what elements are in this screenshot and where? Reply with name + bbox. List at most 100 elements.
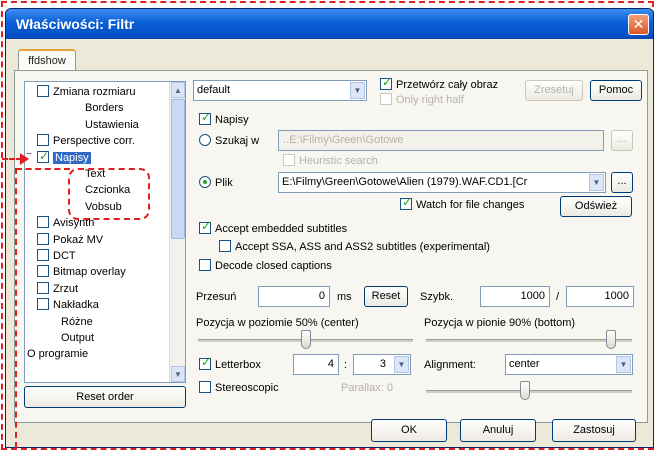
- ok-button[interactable]: OK: [371, 419, 447, 442]
- zresetuj-button[interactable]: Zresetuj: [525, 80, 583, 101]
- tree-item[interactable]: Ustawienia: [85, 117, 139, 133]
- subtitle-file-value: E:\Filmy\Green\Gotowe\Alien (1979).WAF.C…: [282, 176, 528, 188]
- letterbox-width-input[interactable]: 4: [293, 354, 339, 375]
- help-button[interactable]: Pomoc: [590, 80, 642, 101]
- checkbox-icon: [199, 355, 211, 370]
- cancel-button[interactable]: Anuluj: [460, 419, 536, 442]
- napisy-label: Napisy: [215, 114, 249, 126]
- tree-item[interactable]: Nakładka: [37, 297, 99, 313]
- tree-item-label: Nakładka: [53, 299, 99, 312]
- horizontal-position-slider-thumb[interactable]: [300, 330, 311, 349]
- speed-input-1[interactable]: 1000: [480, 286, 550, 307]
- checkbox-icon: [380, 75, 392, 90]
- stereoscopic-label: Stereoscopic: [215, 382, 279, 394]
- chevron-down-icon: ▼: [394, 356, 409, 373]
- parallax-label: Parallax: 0: [341, 382, 393, 394]
- tree-item-label: Bitmap overlay: [53, 266, 126, 279]
- window-title: Właściwości: Filtr: [16, 16, 135, 32]
- reset-order-button[interactable]: Reset order: [24, 386, 186, 408]
- tree-item[interactable]: Output: [61, 330, 94, 346]
- checkbox-icon[interactable]: [37, 298, 49, 311]
- checkbox-icon[interactable]: [37, 265, 49, 278]
- heuristic-checkbox[interactable]: Heuristic search: [283, 154, 378, 168]
- tree-item[interactable]: Zmiana rozmiaru: [37, 84, 136, 100]
- preset-value: default: [197, 84, 231, 96]
- vertical-position-label: Pozycja w pionie: [424, 317, 506, 329]
- horizontal-position-value: 50% (center): [295, 317, 359, 329]
- offset-reset-button[interactable]: Reset: [364, 286, 408, 307]
- tree-item-label: Zrzut: [53, 282, 79, 295]
- preset-select[interactable]: default ▼: [193, 80, 367, 101]
- offset-label: Przesuń: [196, 291, 237, 303]
- checkbox-icon[interactable]: [37, 85, 49, 97]
- annotation-arrow-icon: [20, 153, 29, 165]
- accept-ssa-label: Accept SSA, ASS and ASS2 subtitles (expe…: [235, 241, 490, 253]
- alignment-select[interactable]: center ▼: [505, 354, 633, 375]
- tree-item[interactable]: Pokaż MV: [37, 232, 103, 248]
- decode-cc-label: Decode closed captions: [215, 260, 332, 272]
- checkbox-icon[interactable]: [37, 216, 49, 229]
- checkbox-icon: [283, 154, 295, 166]
- close-button[interactable]: ✕: [628, 14, 649, 35]
- accept-embedded-checkbox[interactable]: Accept embedded subtitles: [199, 219, 347, 236]
- tree-item[interactable]: Zrzut: [37, 281, 78, 297]
- search-in-radio[interactable]: Szukaj w: [199, 134, 259, 148]
- vertical-position-value: 90% (bottom): [509, 317, 576, 329]
- checkbox-icon[interactable]: [37, 148, 49, 164]
- scroll-down-icon[interactable]: ▼: [171, 366, 185, 382]
- horizontal-position-label: Pozycja w poziomie: [196, 317, 293, 329]
- stereoscopic-checkbox[interactable]: Stereoscopic: [199, 381, 279, 395]
- scroll-up-icon[interactable]: ▲: [171, 82, 185, 98]
- file-browse-button[interactable]: ...: [611, 172, 633, 193]
- tab-ffdshow[interactable]: ffdshow: [18, 49, 76, 71]
- search-in-label: Szukaj w: [215, 135, 260, 147]
- title-bar: Właściwości: Filtr: [6, 9, 653, 39]
- accept-ssa-checkbox[interactable]: Accept SSA, ASS and ASS2 subtitles (expe…: [219, 240, 490, 254]
- annotation-connector-h: [16, 168, 70, 170]
- letterbox-height-select[interactable]: 3 ▼: [353, 354, 411, 375]
- tree-item-label: Borders: [85, 102, 124, 115]
- tree-scrollbar[interactable]: ▲ ▼: [169, 82, 185, 382]
- chevron-down-icon: ▼: [350, 82, 365, 99]
- radio-icon: [199, 134, 211, 146]
- tree-item[interactable]: Różne: [61, 314, 93, 330]
- watch-file-checkbox[interactable]: Watch for file changes: [400, 195, 525, 212]
- checkbox-icon[interactable]: [37, 281, 49, 294]
- tree-item-label: DCT: [53, 250, 76, 262]
- search-folder-field[interactable]: ..E:\Filmy\Green\Gotowe: [278, 130, 604, 151]
- checkbox-icon[interactable]: [37, 249, 49, 261]
- heuristic-label: Heuristic search: [299, 155, 378, 167]
- tree-item-label: Output: [61, 332, 95, 344]
- vertical-position-slider-track[interactable]: [426, 339, 632, 342]
- subtitle-file-select[interactable]: E:\Filmy\Green\Gotowe\Alien (1979).WAF.C…: [278, 172, 606, 193]
- only-right-half-checkbox[interactable]: Only right half: [380, 93, 464, 107]
- tree-item[interactable]: Perspective corr.: [37, 133, 135, 149]
- search-browse-button[interactable]: ...: [611, 130, 633, 151]
- process-whole-checkbox[interactable]: Przetwórz cały obraz: [380, 75, 499, 92]
- tree-item-label: Zmiana rozmiaru: [53, 86, 136, 98]
- refresh-button[interactable]: Odśwież: [560, 196, 632, 217]
- tree-item[interactable]: Bitmap overlay: [37, 264, 126, 280]
- speed-label: Szybk.: [420, 291, 454, 303]
- scroll-thumb[interactable]: [171, 99, 185, 239]
- watch-file-label: Watch for file changes: [416, 199, 525, 211]
- process-whole-label: Przetwórz cały obraz: [396, 79, 499, 91]
- vertical-position-slider-thumb[interactable]: [606, 330, 617, 349]
- tree-item[interactable]: O programie: [27, 346, 88, 362]
- offset-input[interactable]: 0: [258, 286, 330, 307]
- napisy-checkbox[interactable]: Napisy: [199, 110, 249, 127]
- decode-cc-checkbox[interactable]: Decode closed captions: [199, 259, 332, 273]
- file-radio[interactable]: Plik: [199, 176, 233, 190]
- tree-item[interactable]: Napisy: [37, 148, 91, 166]
- tree-item-label: O programie: [27, 348, 89, 361]
- apply-button[interactable]: Zastosuj: [552, 419, 636, 442]
- chevron-down-icon: ▼: [616, 356, 631, 373]
- tree-item[interactable]: DCT: [37, 248, 76, 264]
- speed-input-2[interactable]: 1000: [566, 286, 634, 307]
- parallax-slider-thumb[interactable]: [520, 381, 530, 400]
- tree-item[interactable]: Borders: [85, 100, 124, 116]
- checkbox-icon[interactable]: [37, 134, 49, 147]
- letterbox-checkbox[interactable]: Letterbox: [199, 355, 261, 372]
- tree-item-label: Pokaż MV: [53, 233, 104, 246]
- checkbox-icon[interactable]: [37, 232, 49, 245]
